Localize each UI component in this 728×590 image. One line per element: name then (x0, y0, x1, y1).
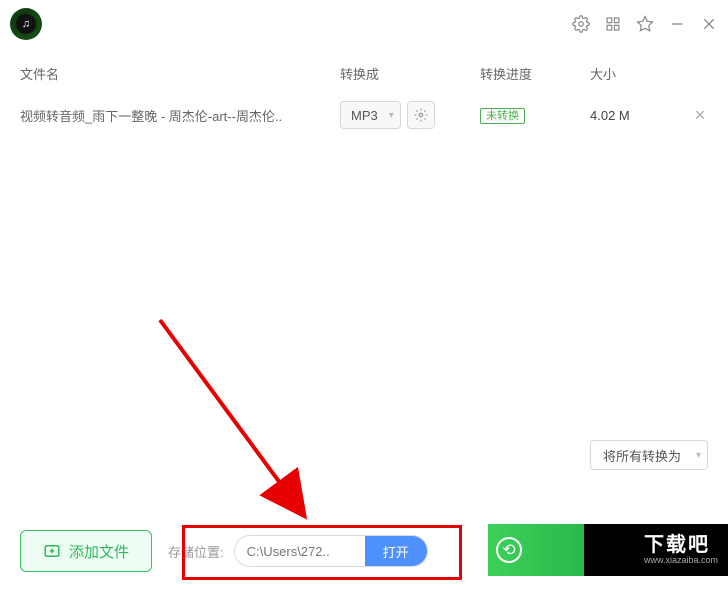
convert-all-dropdown[interactable]: 将所有转换为 ▾ (590, 440, 708, 470)
storage-path-group: 存储位置: 打开 (168, 535, 428, 567)
header-filename: 文件名 (20, 64, 340, 83)
chevron-down-icon: ▾ (696, 450, 701, 461)
delete-row-button[interactable]: × (680, 105, 720, 126)
grid-icon[interactable] (604, 15, 622, 33)
storage-path-input[interactable] (235, 536, 365, 566)
minimize-icon[interactable] (668, 15, 686, 33)
watermark-banner: ⟲ 下载吧 www.xiazaiba.com (488, 524, 728, 576)
banner-subtext: www.xiazaiba.com (644, 555, 718, 565)
header-size: 大小 (590, 64, 680, 83)
file-size: 4.02 M (590, 108, 680, 123)
file-row: 视频转音频_雨下一整晚 - 周杰伦-art--周杰伦.. MP3 ▾ 未转换 4… (0, 93, 728, 137)
close-icon[interactable] (700, 15, 718, 33)
refresh-icon: ⟲ (496, 537, 522, 563)
banner-text: 下载吧 (644, 535, 718, 555)
add-file-button[interactable]: 添加文件 (20, 530, 152, 572)
row-settings-button[interactable] (407, 101, 435, 129)
titlebar: ♫ (0, 0, 728, 48)
storage-path-label: 存储位置: (168, 542, 224, 561)
open-folder-button[interactable]: 打开 (365, 536, 427, 566)
chevron-down-icon: ▾ (389, 110, 394, 121)
window-controls (572, 15, 718, 33)
settings-icon[interactable] (572, 15, 590, 33)
star-icon[interactable] (636, 15, 654, 33)
column-headers: 文件名 转换成 转换进度 大小 (0, 48, 728, 93)
header-format: 转换成 (340, 64, 480, 83)
add-file-icon (43, 542, 61, 560)
convert-all-label: 将所有转换为 (603, 446, 681, 465)
format-value: MP3 (351, 108, 378, 123)
format-select[interactable]: MP3 ▾ (340, 101, 401, 129)
annotation-arrow-icon (150, 310, 340, 540)
add-file-label: 添加文件 (69, 541, 129, 562)
header-progress: 转换进度 (480, 64, 590, 83)
status-badge: 未转换 (480, 108, 525, 124)
batch-convert: 将所有转换为 ▾ (590, 440, 708, 470)
music-note-icon: ♫ (16, 14, 36, 34)
file-name: 视频转音频_雨下一整晚 - 周杰伦-art--周杰伦.. (20, 106, 340, 125)
storage-path-field: 打开 (234, 535, 428, 567)
app-logo: ♫ (10, 8, 42, 40)
